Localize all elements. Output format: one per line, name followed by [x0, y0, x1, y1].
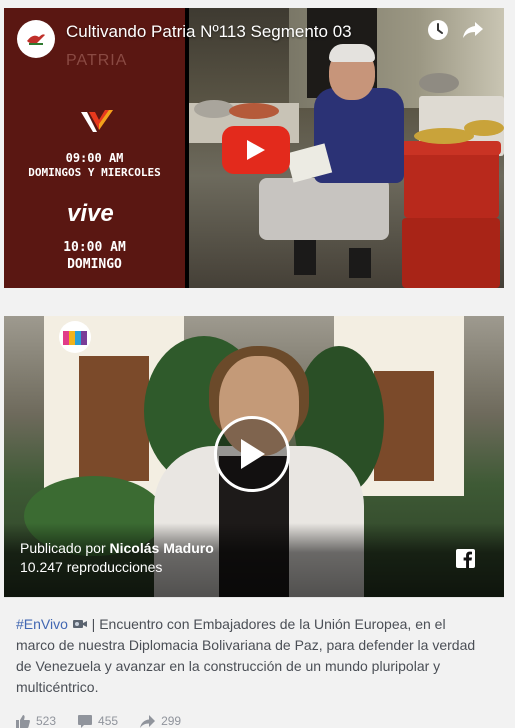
author-link[interactable]: Nicolás Maduro — [110, 540, 214, 556]
video-title[interactable]: Cultivando Patria Nº113 Segmento 03 — [66, 22, 352, 42]
post-body: #EnVivo | Encuentro con Embajadores de l… — [4, 597, 504, 728]
comments-count[interactable]: 455 — [78, 714, 118, 728]
channel-avatar[interactable] — [17, 20, 55, 58]
channel-logo — [59, 321, 91, 353]
facebook-video[interactable]: Publicado por Nicolás Maduro 10.247 repr… — [4, 316, 504, 597]
comment-icon — [78, 714, 93, 728]
watch-later-icon[interactable] — [426, 18, 450, 42]
play-icon — [241, 439, 265, 469]
share-icon[interactable] — [461, 18, 485, 42]
likes-count[interactable]: 523 — [16, 714, 56, 728]
post-text: #EnVivo | Encuentro con Embajadores de l… — [16, 614, 486, 698]
share-arrow-icon — [140, 714, 156, 728]
schedule-days-2: DOMINGO — [67, 257, 122, 272]
view-count: 10.247 reproducciones — [20, 559, 163, 575]
hashtag-link[interactable]: #EnVivo — [16, 616, 68, 632]
play-button[interactable] — [214, 416, 290, 492]
facebook-icon[interactable] — [456, 549, 475, 568]
channel-m-logo-icon — [63, 331, 87, 345]
post-stats: 523 455 299 — [16, 714, 181, 728]
vtv-logo-icon — [81, 110, 113, 132]
youtube-play-button[interactable] — [222, 126, 290, 174]
youtube-play-icon — [247, 140, 265, 160]
schedule-time-2: 10:00 AM — [63, 240, 126, 255]
patria-watermark: PATRIA — [66, 52, 128, 69]
schedule-days-1: DOMINGOS Y MIERCOLES — [28, 166, 161, 179]
youtube-embed[interactable]: PATRIA 09:00 AM DOMINGOS Y MIERCOLES viv… — [4, 8, 504, 288]
like-icon — [16, 714, 30, 728]
camera-emoji-icon — [72, 620, 87, 628]
shares-count[interactable]: 299 — [140, 714, 181, 728]
schedule-time-1: 09:00 AM — [65, 151, 124, 165]
vive-logo: vive — [67, 200, 114, 227]
channel-logo-icon — [27, 34, 45, 45]
published-by: Publicado por Nicolás Maduro — [20, 540, 214, 556]
